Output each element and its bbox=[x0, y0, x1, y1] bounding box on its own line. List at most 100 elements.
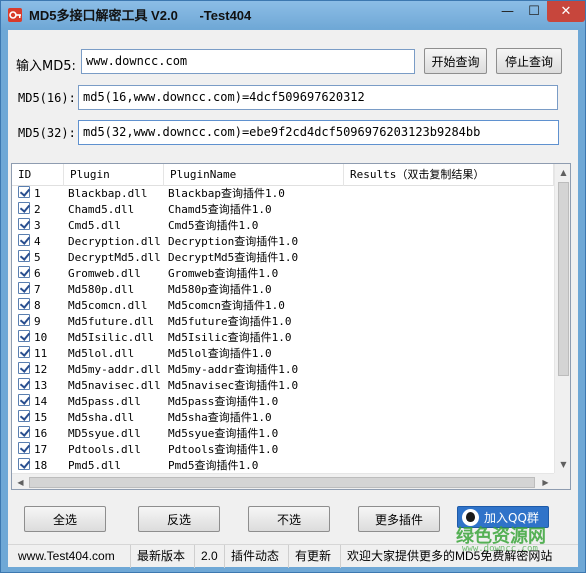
row-plugin-name: Pmd5查询插件1.0 bbox=[168, 459, 259, 472]
row-plugin-file: Md5comcn.dll bbox=[68, 299, 148, 312]
md5-16-result-field[interactable]: md5(16,www.downcc.com)=4dcf509697620312 bbox=[78, 85, 558, 110]
row-checkbox[interactable] bbox=[18, 426, 30, 438]
row-checkbox[interactable] bbox=[18, 410, 30, 422]
invert-selection-button[interactable]: 反选 bbox=[138, 506, 220, 532]
minimize-button[interactable]: — bbox=[494, 1, 521, 22]
list-header: ID Plugin PluginName Results（双击复制结果） bbox=[12, 164, 554, 186]
plugin-list[interactable]: ID Plugin PluginName Results（双击复制结果） 1 Bl… bbox=[11, 163, 571, 490]
row-checkbox[interactable] bbox=[18, 266, 30, 278]
table-row[interactable]: 4 Decryption.dll Decryption查询插件1.0 bbox=[12, 234, 554, 250]
table-row[interactable]: 13 Md5navisec.dll Md5navisec查询插件1.0 bbox=[12, 378, 554, 394]
table-row[interactable]: 8 Md5comcn.dll Md5comcn查询插件1.0 bbox=[12, 298, 554, 314]
row-checkbox[interactable] bbox=[18, 442, 30, 454]
table-row[interactable]: 7 Md580p.dll Md580p查询插件1.0 bbox=[12, 282, 554, 298]
table-row[interactable]: 11 Md5lol.dll Md5lol查询插件1.0 bbox=[12, 346, 554, 362]
app-window: MD5多接口解密工具 V2.0 -Test404 — ☐ ✕ 输入MD5: ww… bbox=[0, 0, 586, 573]
row-plugin-name: Blackbap查询插件1.0 bbox=[168, 187, 285, 200]
row-checkbox[interactable] bbox=[18, 346, 30, 358]
status-website[interactable]: www.Test404.com bbox=[8, 545, 131, 568]
column-header-results[interactable]: Results（双击复制结果） bbox=[344, 164, 554, 186]
status-plugin-news-label: 插件动态 bbox=[225, 545, 289, 568]
row-checkbox[interactable] bbox=[18, 186, 30, 198]
row-checkbox[interactable] bbox=[18, 218, 30, 230]
title-bar[interactable]: MD5多接口解密工具 V2.0 -Test404 — ☐ ✕ bbox=[1, 1, 585, 29]
row-plugin-name: Md5navisec查询插件1.0 bbox=[168, 379, 299, 392]
row-checkbox[interactable] bbox=[18, 298, 30, 310]
table-row[interactable]: 5 DecryptMd5.dll DecryptMd5查询插件1.0 bbox=[12, 250, 554, 266]
row-plugin-name: Md5syue查询插件1.0 bbox=[168, 427, 279, 440]
table-row[interactable]: 18 Pmd5.dll Pmd5查询插件1.0 bbox=[12, 458, 554, 474]
row-plugin-file: Md5lol.dll bbox=[68, 347, 135, 360]
more-plugins-button[interactable]: 更多插件 bbox=[358, 506, 440, 532]
md5-input[interactable]: www.downcc.com bbox=[81, 49, 415, 74]
row-plugin-file: Pmd5.dll bbox=[68, 459, 121, 472]
column-header-id[interactable]: ID bbox=[12, 164, 64, 186]
row-checkbox[interactable] bbox=[18, 250, 30, 262]
table-row[interactable]: 14 Md5pass.dll Md5pass查询插件1.0 bbox=[12, 394, 554, 410]
table-row[interactable]: 12 Md5my-addr.dll Md5my-addr查询插件1.0 bbox=[12, 362, 554, 378]
row-checkbox[interactable] bbox=[18, 362, 30, 374]
row-checkbox[interactable] bbox=[18, 394, 30, 406]
row-plugin-name: Chamd5查询插件1.0 bbox=[168, 203, 272, 216]
table-row[interactable]: 10 Md5Isilic.dll Md5Isilic查询插件1.0 bbox=[12, 330, 554, 346]
row-plugin-file: Md5navisec.dll bbox=[68, 379, 161, 392]
table-row[interactable]: 9 Md5future.dll Md5future查询插件1.0 bbox=[12, 314, 554, 330]
scroll-down-icon[interactable]: ▼ bbox=[555, 456, 570, 473]
row-plugin-file: Cmd5.dll bbox=[68, 219, 121, 232]
table-row[interactable]: 1 Blackbap.dll Blackbap查询插件1.0 bbox=[12, 186, 554, 202]
row-id: 10 bbox=[34, 331, 48, 344]
vertical-scrollbar[interactable]: ▲ ▼ bbox=[554, 164, 570, 473]
table-row[interactable]: 3 Cmd5.dll Cmd5查询插件1.0 bbox=[12, 218, 554, 234]
row-plugin-name: DecryptMd5查询插件1.0 bbox=[168, 251, 299, 264]
deselect-button[interactable]: 不选 bbox=[248, 506, 330, 532]
table-row[interactable]: 2 Chamd5.dll Chamd5查询插件1.0 bbox=[12, 202, 554, 218]
row-id: 2 bbox=[34, 203, 41, 216]
scroll-up-icon[interactable]: ▲ bbox=[555, 164, 570, 181]
select-all-button[interactable]: 全选 bbox=[24, 506, 106, 532]
row-plugin-file: Chamd5.dll bbox=[68, 203, 135, 216]
status-welcome: 欢迎大家提供更多的MD5免费解密网站 bbox=[347, 549, 553, 563]
maximize-button[interactable]: ☐ bbox=[521, 1, 547, 22]
row-id: 16 bbox=[34, 427, 48, 440]
column-header-plugin[interactable]: Plugin bbox=[64, 164, 164, 186]
row-plugin-file: Pdtools.dll bbox=[68, 443, 141, 456]
stop-query-button[interactable]: 停止查询 bbox=[496, 48, 562, 74]
row-checkbox[interactable] bbox=[18, 234, 30, 246]
scroll-corner bbox=[554, 473, 570, 489]
main-panel: 输入MD5: www.downcc.com 开始查询 停止查询 MD5(16):… bbox=[8, 30, 578, 568]
row-plugin-file: DecryptMd5.dll bbox=[68, 251, 161, 264]
row-id: 13 bbox=[34, 379, 48, 392]
row-plugin-file: Md5sha.dll bbox=[68, 411, 135, 424]
row-checkbox[interactable] bbox=[18, 282, 30, 294]
row-id: 6 bbox=[34, 267, 41, 280]
row-checkbox[interactable] bbox=[18, 458, 30, 470]
close-button[interactable]: ✕ bbox=[547, 1, 585, 22]
row-checkbox[interactable] bbox=[18, 314, 30, 326]
status-version: 2.0 bbox=[195, 545, 225, 568]
row-checkbox[interactable] bbox=[18, 330, 30, 342]
row-checkbox[interactable] bbox=[18, 378, 30, 390]
horizontal-scroll-thumb[interactable] bbox=[29, 477, 535, 488]
horizontal-scrollbar[interactable]: ◀ ▶ bbox=[12, 473, 554, 489]
vertical-scroll-thumb[interactable] bbox=[558, 182, 569, 376]
start-query-button[interactable]: 开始查询 bbox=[424, 48, 487, 74]
row-plugin-name: Md5lol查询插件1.0 bbox=[168, 347, 272, 360]
table-row[interactable]: 17 Pdtools.dll Pdtools查询插件1.0 bbox=[12, 442, 554, 458]
table-row[interactable]: 16 MD5syue.dll Md5syue查询插件1.0 bbox=[12, 426, 554, 442]
row-id: 3 bbox=[34, 219, 41, 232]
table-row[interactable]: 6 Gromweb.dll Gromweb查询插件1.0 bbox=[12, 266, 554, 282]
md5-32-result-field[interactable]: md5(32,www.downcc.com)=ebe9f2cd4dcf50969… bbox=[78, 120, 559, 145]
row-id: 1 bbox=[34, 187, 41, 200]
scroll-right-icon[interactable]: ▶ bbox=[537, 474, 554, 489]
row-id: 15 bbox=[34, 411, 48, 424]
row-checkbox[interactable] bbox=[18, 202, 30, 214]
row-id: 5 bbox=[34, 251, 41, 264]
row-id: 14 bbox=[34, 395, 48, 408]
table-row[interactable]: 15 Md5sha.dll Md5sha查询插件1.0 bbox=[12, 410, 554, 426]
row-plugin-name: Gromweb查询插件1.0 bbox=[168, 267, 279, 280]
row-plugin-name: Md5sha查询插件1.0 bbox=[168, 411, 272, 424]
status-plugin-news[interactable]: 有更新 bbox=[289, 545, 341, 568]
row-plugin-name: Md5future查询插件1.0 bbox=[168, 315, 292, 328]
column-header-plugin-name[interactable]: PluginName bbox=[164, 164, 344, 186]
scroll-left-icon[interactable]: ◀ bbox=[12, 474, 29, 489]
